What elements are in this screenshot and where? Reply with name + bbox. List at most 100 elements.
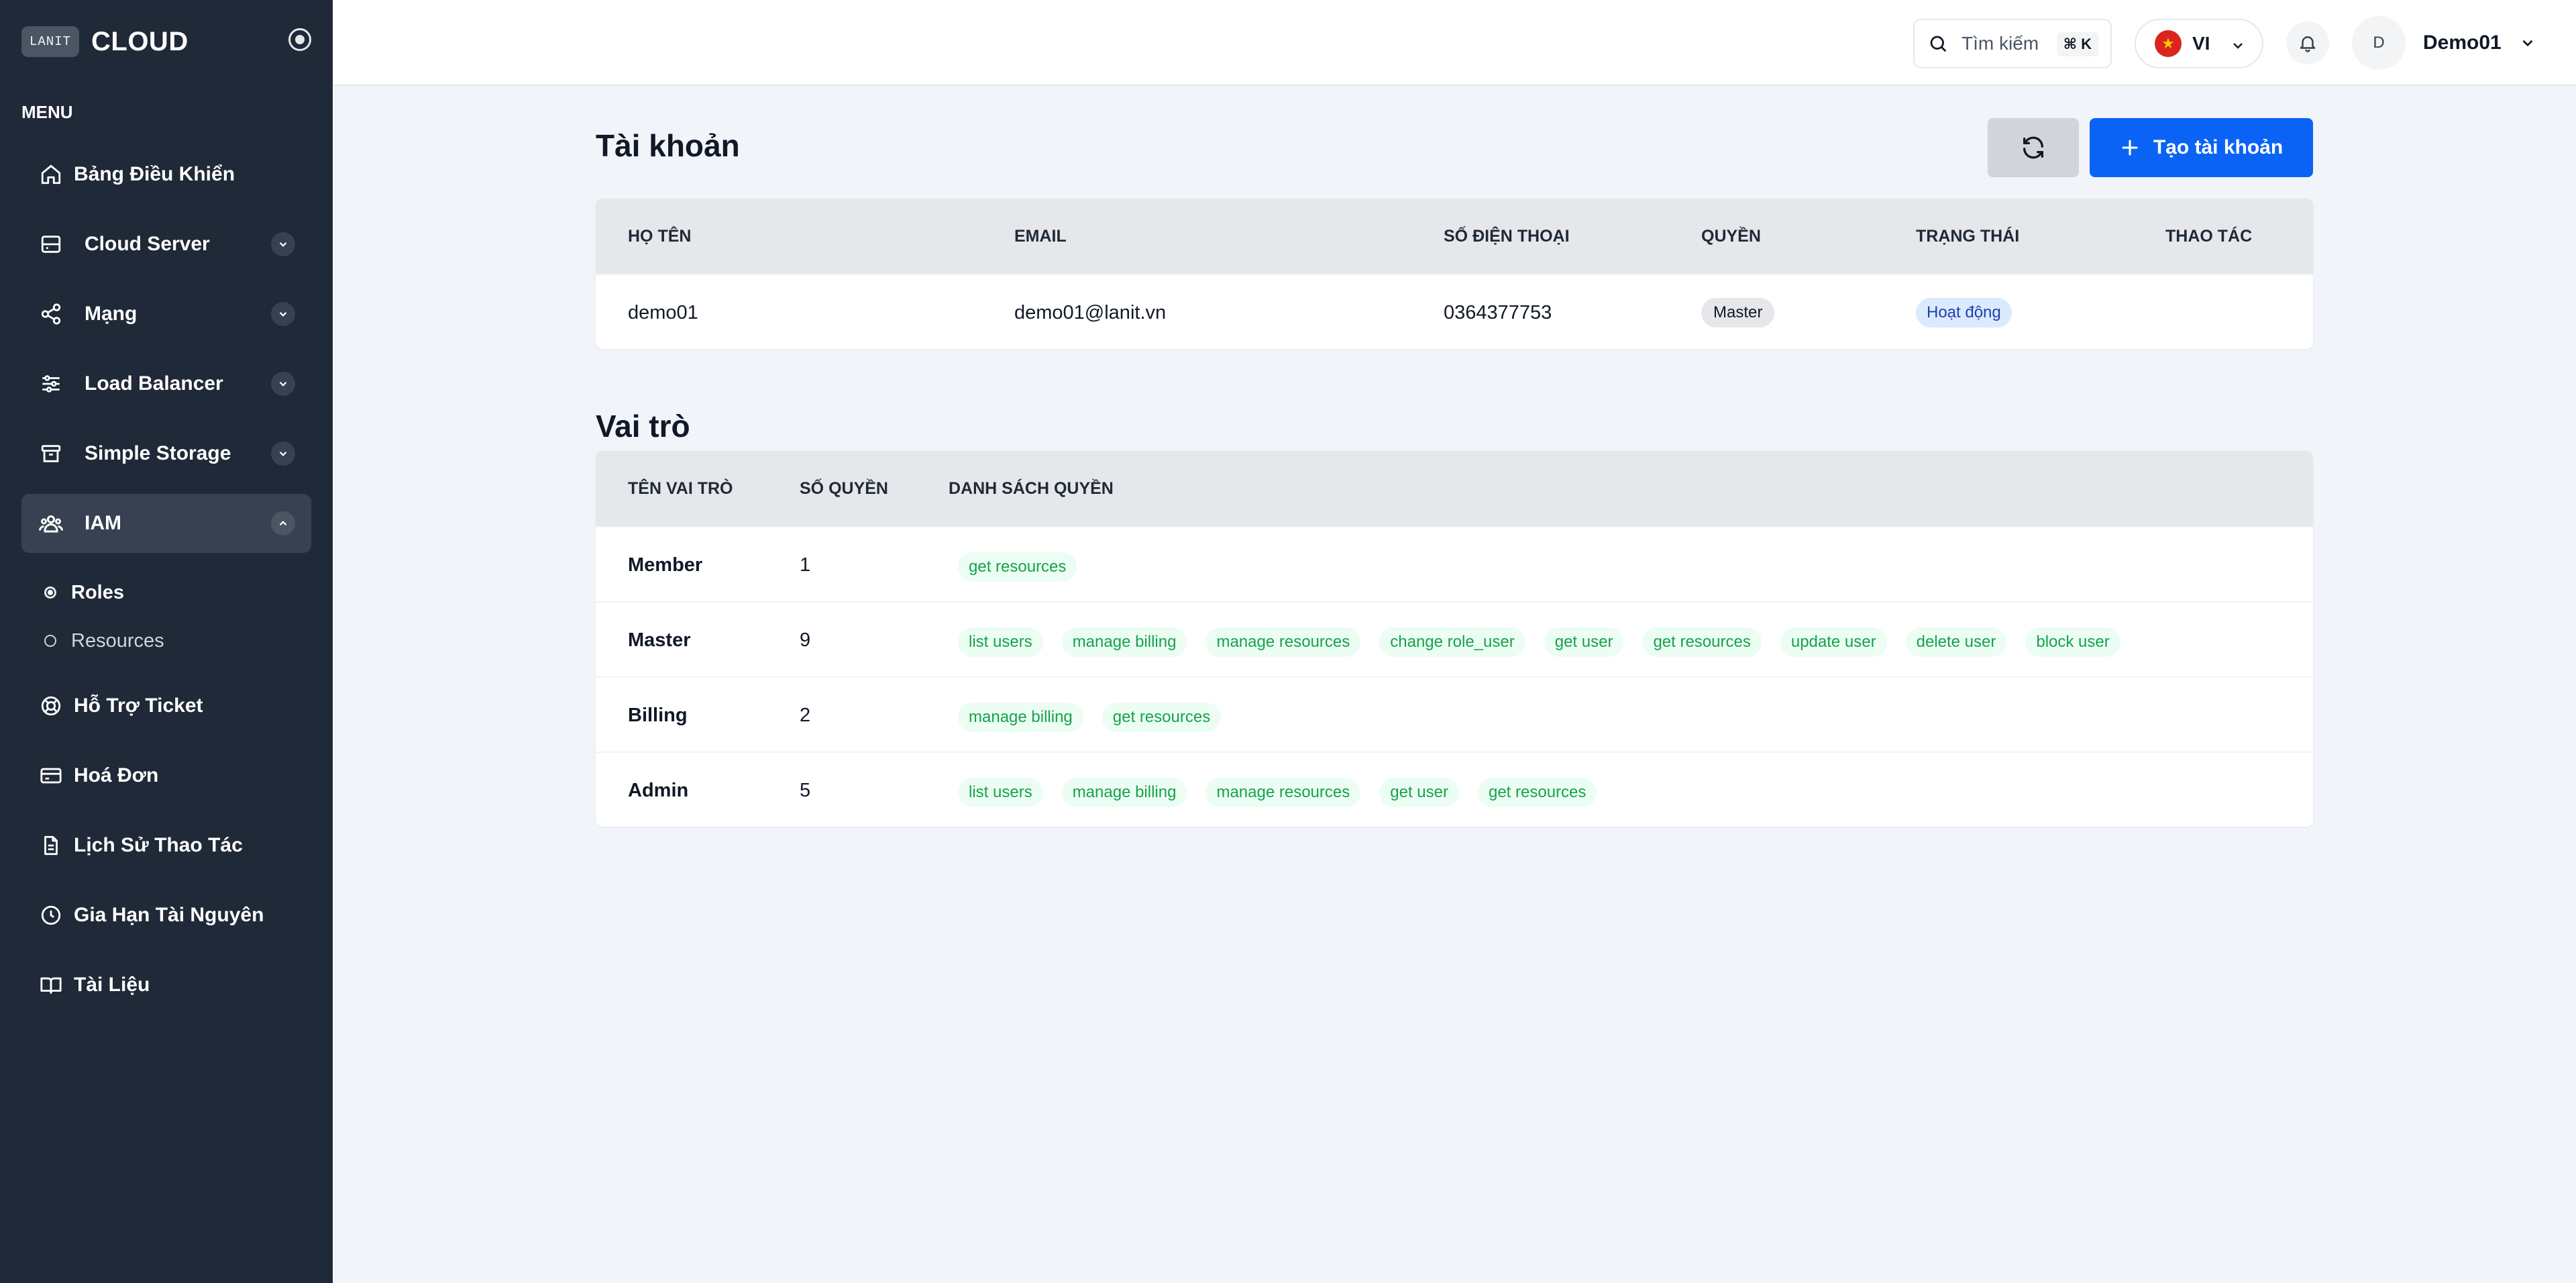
brand-name: CLOUD: [91, 26, 189, 56]
user-name: Demo01: [2423, 32, 2502, 54]
permission-count: 2: [800, 704, 811, 726]
table-row[interactable]: Billing 2 manage billing get resources: [596, 676, 2313, 752]
sidebar-item-label: IAM: [85, 512, 121, 534]
sidebar-item-cloud-server[interactable]: Cloud Server: [21, 215, 311, 274]
sidebar-item-resource-renewal[interactable]: Gia Hạn Tài Nguyên: [21, 886, 311, 945]
permission-badge: delete user: [1905, 627, 2007, 657]
permission-badge: manage billing: [1061, 627, 1187, 657]
create-account-label: Tạo tài khoản: [2153, 136, 2284, 158]
permission-badge: change role_user: [1379, 627, 1525, 657]
permission-badge: get resources: [1102, 703, 1222, 732]
sidebar-item-network[interactable]: Mạng: [21, 285, 311, 344]
sidebar-item-label: Simple Storage: [85, 442, 231, 464]
sidebar-item-simple-storage[interactable]: Simple Storage: [21, 424, 311, 483]
sidebar-item-label: Mạng: [85, 303, 138, 325]
sidebar-item-support-ticket[interactable]: Hỗ Trợ Ticket: [21, 676, 311, 735]
table-row[interactable]: demo01 demo01@lanit.vn 0364377753 Master…: [596, 274, 2313, 349]
permission-badge: get user: [1379, 778, 1459, 807]
column-header: QUYỀN: [1701, 226, 1761, 246]
refresh-icon: [2020, 134, 2047, 161]
home-icon: [38, 161, 64, 188]
sidebar-subitem-roles[interactable]: Roles: [44, 578, 124, 607]
role-badge: Master: [1701, 298, 1775, 327]
roles-title: Vai trò: [596, 409, 690, 444]
sidebar-subitem-resources[interactable]: Resources: [44, 626, 164, 656]
permission-count: 1: [800, 554, 811, 576]
search-shortcut: ⌘ K: [2056, 32, 2098, 56]
sidebar-item-label: Hỗ Trợ Ticket: [74, 695, 203, 717]
accounts-table: HỌ TÊN EMAIL SỐ ĐIỆN THOẠI QUYỀN TRẠNG T…: [596, 199, 2313, 349]
permission-list: manage billing get resources: [958, 678, 1240, 753]
sidebar-item-invoice[interactable]: Hoá Đơn: [21, 746, 311, 805]
clock-icon: [38, 902, 64, 929]
account-phone: 0364377753: [1444, 301, 1552, 323]
permission-count: 5: [800, 779, 811, 801]
column-header: EMAIL: [1014, 226, 1067, 246]
permission-badge: list users: [958, 627, 1043, 657]
table-header: HỌ TÊN EMAIL SỐ ĐIỆN THOẠI QUYỀN TRẠNG T…: [596, 199, 2313, 274]
role-name: Admin: [628, 779, 689, 801]
radio-empty-icon: [44, 635, 56, 647]
sidebar-item-activity-history[interactable]: Lịch Sử Thao Tác: [21, 816, 311, 875]
user-menu[interactable]: D Demo01: [2352, 16, 2536, 70]
permission-badge: get resources: [1642, 627, 1762, 657]
sidebar-item-dashboard[interactable]: Bảng Điều Khiển: [21, 145, 311, 204]
menu-label: MENU: [21, 102, 73, 122]
sidebar-collapse-button[interactable]: [288, 28, 311, 51]
refresh-button[interactable]: [1988, 118, 2079, 177]
server-icon: [38, 231, 64, 258]
permission-badge: manage resources: [1205, 778, 1361, 807]
language-selector[interactable]: ★ VI: [2135, 19, 2263, 68]
permission-badge: get resources: [1477, 778, 1597, 807]
sidebar-item-iam[interactable]: IAM: [21, 494, 311, 553]
chevron-down-icon[interactable]: [271, 232, 295, 256]
sidebar-item-label: Lịch Sử Thao Tác: [74, 834, 243, 856]
permission-badge: get resources: [958, 552, 1077, 582]
column-header: THAO TÁC: [2165, 226, 2253, 246]
permission-count: 9: [800, 629, 811, 651]
vietnam-flag-icon: ★: [2155, 30, 2182, 57]
share-icon: [38, 301, 64, 327]
chevron-down-icon[interactable]: [271, 372, 295, 396]
sidebar-item-label: Gia Hạn Tài Nguyên: [74, 904, 264, 926]
permission-badge: manage resources: [1205, 627, 1361, 657]
language-code: VI: [2192, 33, 2210, 54]
permission-badge: get user: [1544, 627, 1624, 657]
radio-filled-icon: [44, 586, 56, 599]
create-account-button[interactable]: Tạo tài khoản: [2090, 118, 2313, 177]
archive-icon: [38, 440, 64, 467]
table-row[interactable]: Master 9 list users manage billing manag…: [596, 601, 2313, 676]
credit-card-icon: [38, 762, 64, 789]
chevron-up-icon[interactable]: [271, 511, 295, 535]
sidebar-item-label: Load Balancer: [85, 372, 223, 395]
notification-button[interactable]: [2286, 21, 2329, 64]
users-icon: [38, 510, 64, 537]
brand[interactable]: LANIT CLOUD: [21, 24, 189, 59]
permission-badge: manage billing: [1061, 778, 1187, 807]
chevron-down-icon[interactable]: [271, 442, 295, 466]
permission-badge: manage billing: [958, 703, 1083, 732]
chevron-down-icon: [2519, 34, 2536, 52]
sidebar-item-documentation[interactable]: Tài Liệu: [21, 956, 311, 1015]
roles-table: TÊN VAI TRÒ SỐ QUYỀN DANH SÁCH QUYỀN Mem…: [596, 451, 2313, 827]
role-name: Member: [628, 554, 703, 576]
table-row[interactable]: Admin 5 list users manage billing manage…: [596, 752, 2313, 827]
search-placeholder: Tìm kiếm: [1962, 33, 2039, 54]
sidebar-item-label: Tài Liệu: [74, 974, 150, 996]
column-header: DANH SÁCH QUYỀN: [949, 478, 1114, 498]
sidebar: LANIT CLOUD MENU Bảng Điều Khiển Cloud S…: [0, 0, 333, 1283]
sliders-icon: [38, 370, 64, 397]
role-name: Billing: [628, 704, 688, 726]
book-icon: [38, 972, 64, 998]
role-name: Master: [628, 629, 691, 651]
avatar: D: [2352, 16, 2406, 70]
sidebar-item-label: Cloud Server: [85, 233, 210, 255]
search-button[interactable]: Tìm kiếm ⌘ K: [1913, 19, 2112, 68]
sidebar-item-load-balancer[interactable]: Load Balancer: [21, 354, 311, 413]
bell-icon: [2298, 33, 2318, 53]
table-row[interactable]: Member 1 get resources: [596, 526, 2313, 601]
chevron-down-icon[interactable]: [271, 302, 295, 326]
permission-badge: list users: [958, 778, 1043, 807]
plus-icon: [2120, 138, 2153, 158]
top-header: Tìm kiếm ⌘ K ★ VI D Demo01: [333, 0, 2576, 86]
